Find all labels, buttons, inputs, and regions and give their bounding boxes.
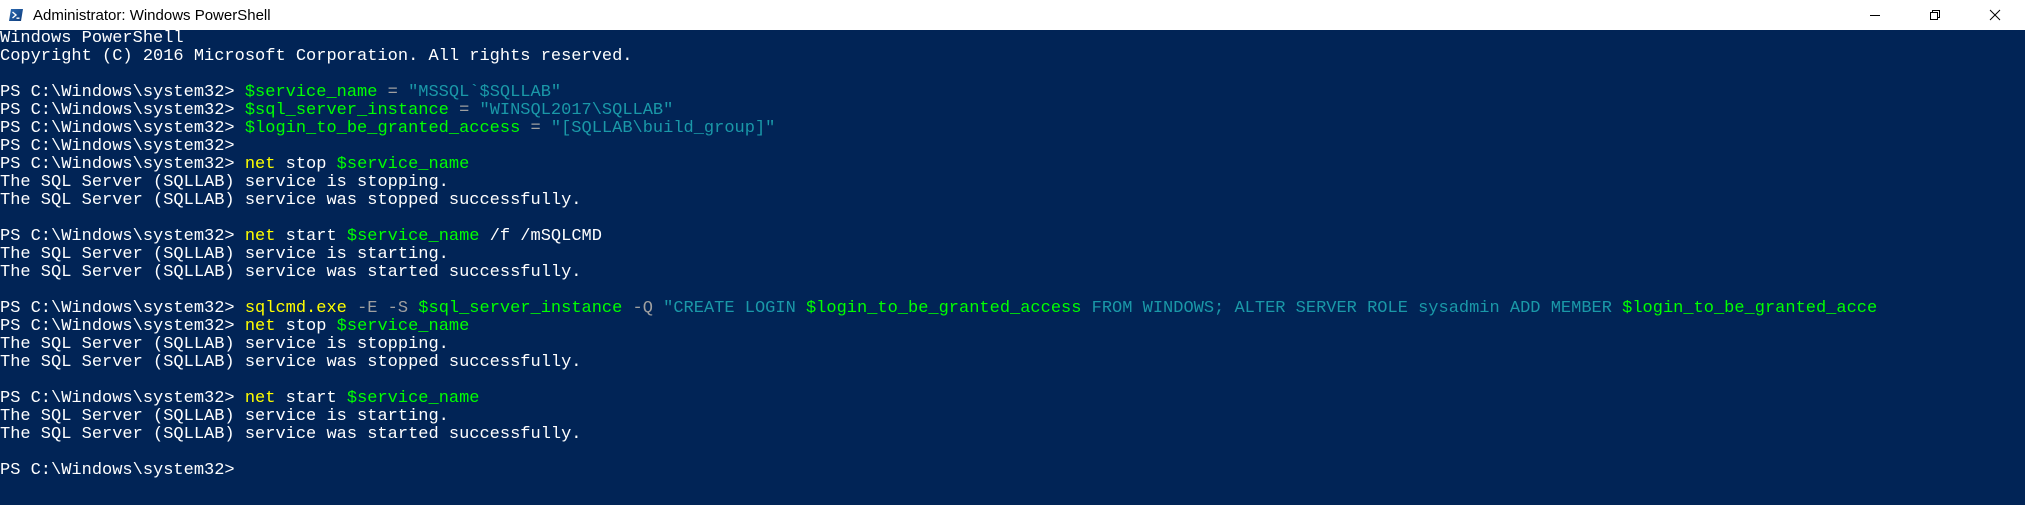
console-token: PS C:\Windows\system32> — [0, 101, 245, 120]
console-line: PS C:\Windows\system32> $login_to_be_gra… — [0, 120, 2025, 138]
window-controls — [1845, 0, 2025, 30]
console-token: net — [244, 155, 276, 174]
console-token: "WINSQL2017\SQLLAB" — [479, 101, 674, 120]
console-token: sqlcmd.exe — [244, 299, 347, 318]
console-line: PS C:\Windows\system32> — [0, 462, 2025, 480]
console-token: /f /mSQLCMD — [479, 227, 602, 246]
console-token: start — [275, 227, 347, 246]
console-token: The SQL Server (SQLLAB) service is start… — [0, 245, 449, 264]
console-token: = — [448, 101, 480, 120]
console-token: net — [244, 389, 276, 408]
console-line: PS C:\Windows\system32> $sql_server_inst… — [0, 102, 2025, 120]
console-token: net — [244, 227, 276, 246]
console-token: -Q — [622, 299, 664, 318]
console-token: The SQL Server (SQLLAB) service is stopp… — [0, 335, 449, 354]
console-line: PS C:\Windows\system32> net start $servi… — [0, 390, 2025, 408]
console-token: $login_to_be_granted_access — [244, 119, 521, 138]
console-line: The SQL Server (SQLLAB) service was star… — [0, 426, 2025, 444]
console-line: The SQL Server (SQLLAB) service is stopp… — [0, 174, 2025, 192]
console-token: PS C:\Windows\system32> — [0, 83, 245, 102]
console-line: The SQL Server (SQLLAB) service was star… — [0, 264, 2025, 282]
console-token: The SQL Server (SQLLAB) service was stop… — [0, 191, 582, 210]
console-token: stop — [275, 317, 337, 336]
console-token: $login_to_be_granted_acce — [1622, 299, 1878, 318]
console-token: PS C:\Windows\system32> — [0, 227, 245, 246]
title-bar[interactable]: Administrator: Windows PowerShell — [0, 0, 2025, 30]
console-line: Windows PowerShell — [0, 30, 2025, 48]
window-title: Administrator: Windows PowerShell — [33, 6, 271, 24]
minimize-button[interactable] — [1845, 0, 1905, 30]
console-token: $login_to_be_granted_access — [805, 299, 1082, 318]
console-token: FROM WINDOWS; ALTER SERVER ROLE sysadmin… — [1081, 299, 1623, 318]
console-line: PS C:\Windows\system32> net stop $servic… — [0, 156, 2025, 174]
console-token: PS C:\Windows\system32> — [0, 137, 235, 156]
console-token: The SQL Server (SQLLAB) service was star… — [0, 263, 582, 282]
console-token: PS C:\Windows\system32> — [0, 119, 245, 138]
console-token: net — [244, 317, 276, 336]
console-token: $service_name — [346, 227, 480, 246]
console-token: PS C:\Windows\system32> — [0, 389, 245, 408]
console-token: "CREATE LOGIN — [663, 299, 806, 318]
console-token: $service_name — [244, 83, 378, 102]
console-token: start — [275, 389, 347, 408]
console-line: PS C:\Windows\system32> net stop $servic… — [0, 318, 2025, 336]
console-line: PS C:\Windows\system32> — [0, 138, 2025, 156]
console-token: PS C:\Windows\system32> — [0, 317, 245, 336]
console-token: PS C:\Windows\system32> — [0, 155, 245, 174]
console-token: The SQL Server (SQLLAB) service was stop… — [0, 353, 582, 372]
restore-button[interactable] — [1905, 0, 1965, 30]
powershell-window: Administrator: Windows PowerShell Window… — [0, 0, 2025, 505]
console-token: Windows PowerShell — [0, 30, 184, 48]
console-line: PS C:\Windows\system32> $service_name = … — [0, 84, 2025, 102]
console-line: PS C:\Windows\system32> sqlcmd.exe -E -S… — [0, 300, 2025, 318]
console-token: The SQL Server (SQLLAB) service was star… — [0, 425, 582, 444]
console-token: = — [377, 83, 409, 102]
console-token: Copyright (C) 2016 Microsoft Corporation… — [0, 47, 633, 66]
console-output[interactable]: Windows PowerShell Copyright (C) 2016 Mic… — [0, 30, 2025, 505]
powershell-icon — [8, 7, 24, 23]
close-button[interactable] — [1965, 0, 2025, 30]
close-icon — [1989, 9, 2001, 21]
console-token: $sql_server_instance — [418, 299, 623, 318]
console-line: PS C:\Windows\system32> net start $servi… — [0, 228, 2025, 246]
console-token: The SQL Server (SQLLAB) service is stopp… — [0, 173, 449, 192]
console-line: The SQL Server (SQLLAB) service is start… — [0, 246, 2025, 264]
console-token: = — [520, 119, 551, 138]
console-token: -E -S — [346, 299, 419, 318]
restore-icon — [1930, 10, 1940, 20]
console-token: "MSSQL`$SQLLAB" — [408, 83, 562, 102]
console-line: The SQL Server (SQLLAB) service is stopp… — [0, 336, 2025, 354]
console-token: $service_name — [336, 317, 470, 336]
console-line: The SQL Server (SQLLAB) service was stop… — [0, 192, 2025, 210]
console-token: PS C:\Windows\system32> — [0, 461, 235, 480]
console-line: Copyright (C) 2016 Microsoft Corporation… — [0, 48, 2025, 66]
console-token: The SQL Server (SQLLAB) service is start… — [0, 407, 449, 426]
console-token: PS C:\Windows\system32> — [0, 299, 245, 318]
console-token: $service_name — [346, 389, 480, 408]
console-token: "[SQLLAB\build_group]" — [550, 119, 776, 138]
console-token: $service_name — [336, 155, 470, 174]
minimize-icon — [1870, 15, 1880, 16]
console-token: stop — [275, 155, 337, 174]
console-token: $sql_server_instance — [244, 101, 449, 120]
console-line: The SQL Server (SQLLAB) service is start… — [0, 408, 2025, 426]
console-line: The SQL Server (SQLLAB) service was stop… — [0, 354, 2025, 372]
